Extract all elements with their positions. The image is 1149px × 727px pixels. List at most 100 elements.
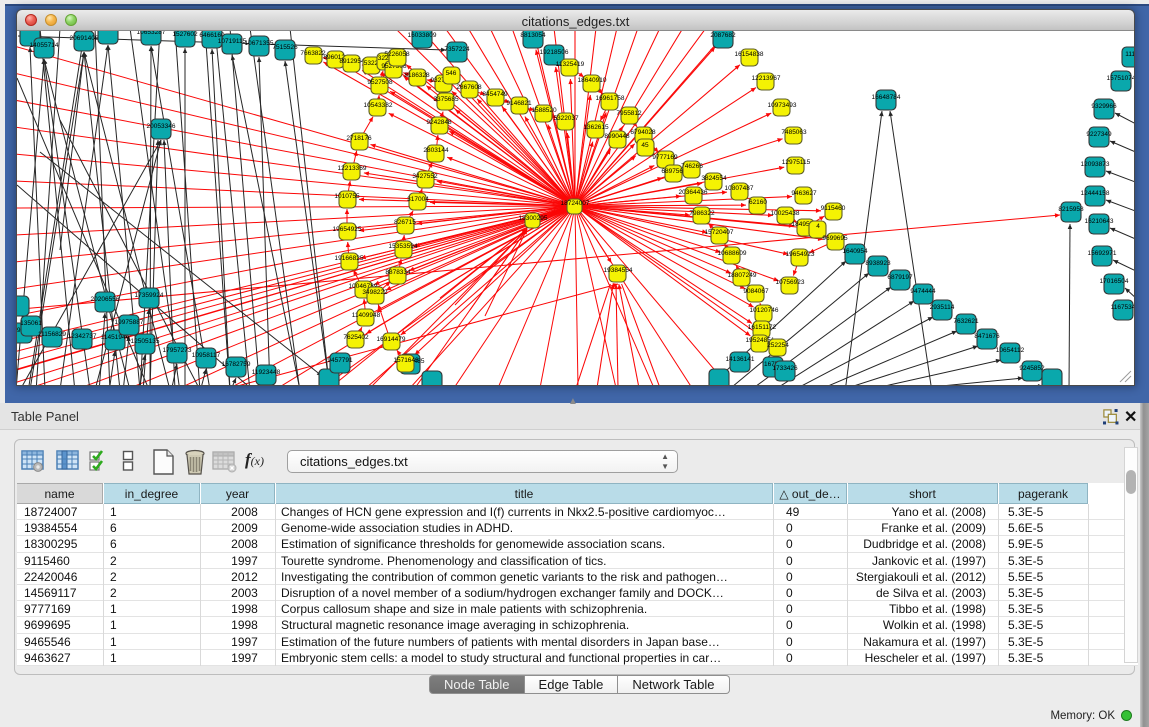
svg-text:5226058: 5226058 bbox=[384, 51, 410, 58]
svg-text:8990448: 8990448 bbox=[604, 133, 630, 140]
svg-text:10653287: 10653287 bbox=[137, 31, 166, 36]
svg-text:7632621: 7632621 bbox=[953, 318, 979, 325]
svg-text:19654923: 19654923 bbox=[786, 251, 815, 258]
svg-text:19384554: 19384554 bbox=[604, 267, 633, 274]
svg-text:12213369: 12213369 bbox=[338, 165, 367, 172]
svg-text:1571643: 1571643 bbox=[393, 357, 419, 364]
svg-text:3427552: 3427552 bbox=[412, 173, 438, 180]
svg-text:9457791: 9457791 bbox=[327, 357, 353, 364]
svg-text:7515526: 7515526 bbox=[272, 44, 298, 51]
svg-text:3824554: 3824554 bbox=[701, 175, 727, 182]
svg-text:546: 546 bbox=[446, 70, 457, 77]
svg-text:2087682: 2087682 bbox=[710, 32, 736, 39]
svg-text:14136141: 14136141 bbox=[726, 356, 755, 363]
svg-text:16961758: 16961758 bbox=[596, 95, 625, 102]
svg-text:7485063: 7485063 bbox=[781, 129, 807, 136]
svg-text:11156829: 11156829 bbox=[38, 331, 66, 338]
svg-text:6879197: 6879197 bbox=[887, 274, 913, 281]
svg-text:18807249: 18807249 bbox=[728, 272, 757, 279]
svg-text:15751074: 15751074 bbox=[1107, 75, 1134, 82]
svg-text:12444158: 12444158 bbox=[1081, 190, 1110, 197]
svg-text:10719115: 10719115 bbox=[218, 38, 247, 45]
svg-text:3375685: 3375685 bbox=[433, 96, 459, 103]
svg-text:9242848: 9242848 bbox=[426, 119, 452, 126]
svg-text:7663822: 7663822 bbox=[300, 50, 326, 57]
svg-text:2718176: 2718176 bbox=[346, 135, 372, 142]
svg-text:5322037: 5322037 bbox=[553, 115, 579, 122]
svg-text:8186328: 8186328 bbox=[404, 72, 430, 79]
svg-text:1112: 1112 bbox=[1125, 51, 1134, 58]
svg-text:11325419: 11325419 bbox=[556, 61, 585, 68]
svg-text:7955812: 7955812 bbox=[616, 110, 642, 117]
svg-text:10958117: 10958117 bbox=[192, 352, 221, 359]
svg-text:8813054: 8813054 bbox=[520, 32, 546, 39]
svg-text:3498222: 3498222 bbox=[362, 289, 388, 296]
svg-text:15720407: 15720407 bbox=[705, 229, 734, 236]
svg-text:15353594: 15353594 bbox=[389, 243, 418, 250]
svg-text:8878334: 8878334 bbox=[385, 269, 411, 276]
svg-text:9146821: 9146821 bbox=[506, 100, 532, 107]
svg-text:20053346: 20053346 bbox=[147, 123, 176, 130]
svg-text:1010755: 1010755 bbox=[334, 193, 360, 200]
svg-text:9115460: 9115460 bbox=[821, 205, 846, 212]
svg-text:16782759: 16782759 bbox=[222, 361, 251, 368]
svg-text:12342737: 12342737 bbox=[68, 333, 97, 340]
svg-text:10654112: 10654112 bbox=[996, 347, 1025, 354]
svg-text:10671355: 10671355 bbox=[245, 40, 274, 47]
svg-text:7625402: 7625402 bbox=[343, 334, 369, 341]
svg-text:12505135: 12505135 bbox=[131, 338, 160, 345]
svg-text:826715: 826715 bbox=[394, 219, 416, 226]
svg-text:1733426: 1733426 bbox=[772, 365, 798, 372]
svg-text:20206556: 20206556 bbox=[91, 296, 120, 303]
svg-text:6794028: 6794028 bbox=[630, 129, 656, 136]
svg-text:10756923: 10756923 bbox=[776, 279, 805, 286]
svg-text:135061: 135061 bbox=[20, 320, 42, 327]
svg-text:16154838: 16154838 bbox=[735, 51, 764, 58]
svg-text:17359924: 17359924 bbox=[135, 292, 164, 299]
svg-text:317004: 317004 bbox=[407, 196, 429, 203]
svg-text:9527508: 9527508 bbox=[367, 79, 393, 86]
svg-text:2935114: 2935114 bbox=[930, 304, 955, 311]
svg-text:16648784: 16648784 bbox=[872, 94, 901, 101]
svg-text:16914479: 16914479 bbox=[377, 336, 406, 343]
svg-text:10973493: 10973493 bbox=[768, 102, 797, 109]
svg-text:11923448: 11923448 bbox=[252, 369, 281, 376]
svg-text:14055714: 14055714 bbox=[30, 42, 59, 49]
svg-text:1640954: 1640954 bbox=[842, 248, 868, 255]
svg-text:8471676: 8471676 bbox=[974, 333, 1000, 340]
svg-text:12213967: 12213967 bbox=[752, 75, 781, 82]
svg-text:12093873: 12093873 bbox=[1081, 161, 1110, 168]
svg-text:10688609: 10688609 bbox=[718, 250, 747, 257]
svg-text:7986322: 7986322 bbox=[689, 210, 715, 217]
svg-text:8454749: 8454749 bbox=[482, 91, 508, 98]
svg-text:9329966: 9329966 bbox=[1091, 103, 1117, 110]
svg-text:20691406: 20691406 bbox=[70, 35, 99, 42]
svg-text:1588520: 1588520 bbox=[531, 107, 557, 114]
svg-text:19166825: 19166825 bbox=[335, 255, 364, 262]
svg-text:10025438: 10025438 bbox=[771, 210, 800, 217]
svg-text:45: 45 bbox=[641, 142, 649, 149]
svg-text:18300295: 18300295 bbox=[519, 215, 548, 222]
svg-text:8938923: 8938923 bbox=[865, 260, 891, 267]
svg-text:8215958: 8215958 bbox=[1058, 206, 1084, 213]
svg-text:9463627: 9463627 bbox=[791, 190, 817, 197]
svg-text:9245852: 9245852 bbox=[1019, 365, 1045, 372]
svg-text:11409948: 11409948 bbox=[352, 312, 381, 319]
svg-text:1527602: 1527602 bbox=[172, 31, 198, 38]
svg-text:2803144: 2803144 bbox=[423, 147, 449, 154]
svg-text:8912954: 8912954 bbox=[339, 58, 365, 65]
svg-text:1167534: 1167534 bbox=[1111, 304, 1134, 311]
svg-text:16151172: 16151172 bbox=[748, 324, 777, 331]
svg-text:9699695: 9699695 bbox=[822, 235, 848, 242]
svg-text:17016504: 17016504 bbox=[1100, 278, 1129, 285]
svg-text:20364436: 20364436 bbox=[679, 189, 708, 196]
svg-text:16033809: 16033809 bbox=[408, 32, 437, 39]
svg-text:5322: 5322 bbox=[364, 60, 379, 67]
svg-text:1362615: 1362615 bbox=[583, 124, 609, 131]
svg-text:18724007: 18724007 bbox=[561, 200, 590, 207]
svg-text:12975115: 12975115 bbox=[782, 159, 811, 166]
svg-text:4: 4 bbox=[816, 223, 820, 230]
svg-text:10543382: 10543382 bbox=[364, 102, 393, 109]
svg-text:17957273: 17957273 bbox=[163, 347, 192, 354]
svg-text:2867608: 2867608 bbox=[456, 84, 482, 91]
